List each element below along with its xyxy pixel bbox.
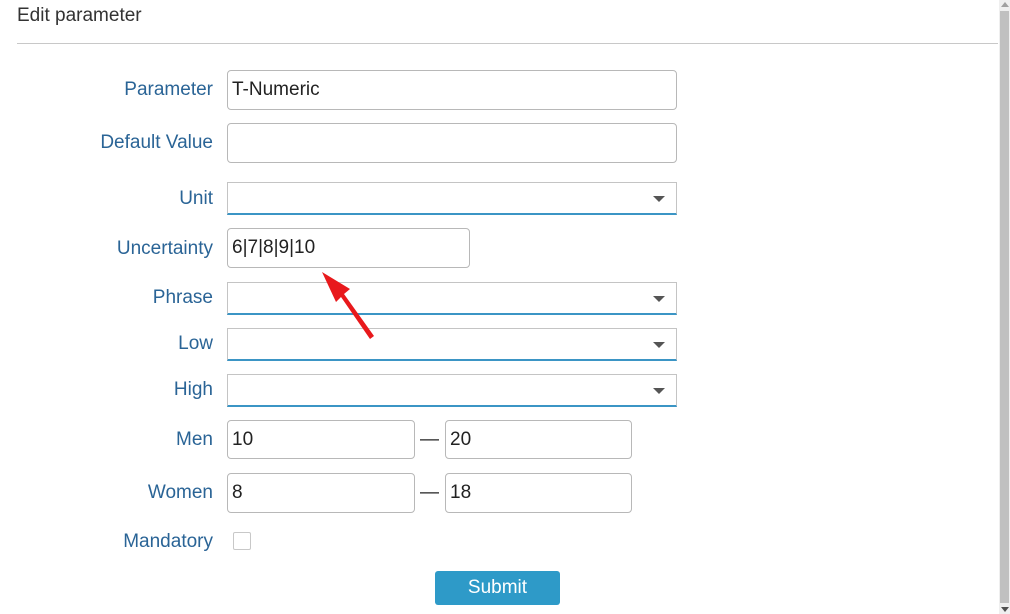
vertical-scrollbar[interactable] bbox=[999, 0, 1010, 614]
scroll-up-icon[interactable] bbox=[1001, 2, 1009, 7]
scroll-down-icon[interactable] bbox=[1001, 607, 1009, 612]
annotation-arrow-icon bbox=[322, 272, 374, 339]
scrollbar-thumb[interactable] bbox=[1000, 11, 1009, 603]
